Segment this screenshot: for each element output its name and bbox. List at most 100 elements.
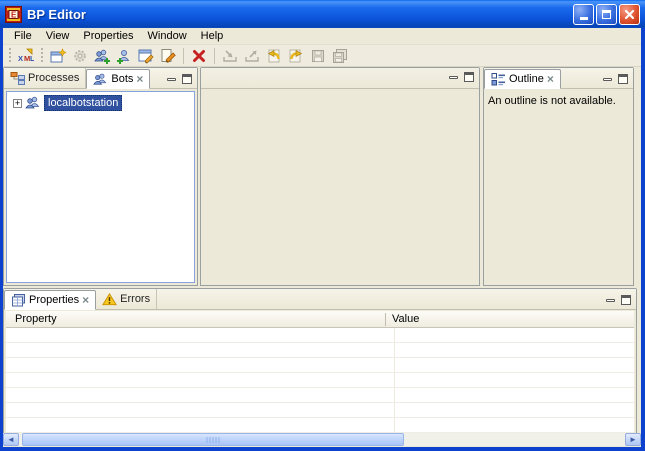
outline-view: Outline × An outline is not available.: [483, 67, 634, 286]
table-row[interactable]: [6, 343, 634, 358]
outline-view-controls: [603, 74, 633, 88]
tab-bots-close-icon[interactable]: ×: [136, 73, 143, 85]
maximize-icon: [602, 9, 611, 19]
redo-button[interactable]: [285, 46, 307, 66]
properties-view: Properties × Errors Property Value: [3, 288, 637, 436]
tree-item-label[interactable]: localbotstation: [44, 95, 123, 111]
tab-processes[interactable]: Processes: [4, 68, 87, 88]
gear-process-icon: [74, 49, 86, 62]
titlebar[interactable]: E BP Editor: [0, 0, 645, 28]
tab-outline-close-icon[interactable]: ×: [547, 73, 554, 85]
tab-errors[interactable]: Errors: [96, 289, 158, 309]
delete-x-icon: [193, 49, 205, 62]
menu-file[interactable]: File: [7, 29, 39, 43]
bottom-view-controls: [606, 295, 636, 309]
warning-icon: [102, 292, 118, 305]
maximize-button[interactable]: [596, 3, 617, 25]
scrollbar-thumb[interactable]: [22, 433, 404, 446]
processes-icon: [10, 71, 25, 85]
outline-icon: [491, 72, 505, 85]
column-header-property[interactable]: Property: [6, 313, 385, 325]
table-header: Property Value: [6, 311, 634, 328]
edit-properties-button[interactable]: [135, 46, 157, 66]
bots-tree[interactable]: + localbotstation: [6, 91, 195, 283]
table-row[interactable]: [6, 328, 634, 343]
toolbar: X M L: [3, 45, 641, 67]
menu-properties[interactable]: Properties: [76, 29, 140, 43]
save-button: [307, 46, 329, 66]
edit-page-icon: [161, 48, 176, 63]
bots-icon: [93, 73, 107, 85]
add-bot-button[interactable]: [113, 46, 135, 66]
svg-text:X: X: [18, 54, 23, 63]
svg-text:L: L: [30, 54, 34, 63]
undo-button[interactable]: [263, 46, 285, 66]
minimize-button[interactable]: [573, 3, 594, 25]
close-icon: [624, 9, 635, 19]
bots-view: Processes Bots × + localbotstation: [3, 67, 198, 286]
table-row[interactable]: [6, 358, 634, 373]
toolbar-separator: [214, 47, 215, 64]
left-view-controls: [167, 74, 197, 88]
toolbar-separator: [183, 47, 184, 64]
bp-editor-window: E BP Editor File View Properties Window …: [0, 0, 645, 451]
tab-outline-label: Outline: [509, 73, 544, 85]
window-controls: [573, 3, 640, 25]
table-row[interactable]: [6, 403, 634, 418]
client-area: File View Properties Window Help X M L P…: [3, 28, 641, 447]
horizontal-scrollbar[interactable]: ◄ ►: [3, 433, 641, 446]
column-header-value[interactable]: Value: [385, 312, 419, 326]
properties-table: Property Value: [6, 311, 634, 435]
bots-icon: [25, 96, 40, 109]
view-maximize-button[interactable]: [621, 295, 631, 305]
export-icon: [245, 50, 259, 62]
tab-properties[interactable]: Properties ×: [4, 290, 97, 310]
import-button: [219, 46, 241, 66]
scroll-right-button[interactable]: ►: [625, 433, 641, 446]
delete-button[interactable]: [188, 46, 210, 66]
table-row[interactable]: [6, 373, 634, 388]
toolbar-drag-handle[interactable]: [8, 47, 12, 64]
redo-arrow-icon: [289, 49, 303, 62]
tree-item-localbotstation[interactable]: + localbotstation: [7, 92, 194, 111]
view-maximize-button[interactable]: [464, 72, 474, 82]
outline-view-tabbar: Outline ×: [484, 68, 633, 89]
edit-page-button[interactable]: [157, 46, 179, 66]
new-wizard-button[interactable]: [47, 46, 69, 66]
window-title: BP Editor: [27, 6, 86, 22]
tab-errors-label: Errors: [120, 293, 151, 305]
menu-window[interactable]: Window: [141, 29, 194, 43]
tab-properties-close-icon[interactable]: ×: [82, 294, 89, 306]
table-row[interactable]: [6, 388, 634, 403]
edit-window-icon: [138, 49, 154, 64]
add-bots-icon: [94, 49, 110, 64]
table-row[interactable]: [6, 418, 634, 433]
menubar: File View Properties Window Help: [3, 28, 641, 45]
tab-bots[interactable]: Bots ×: [86, 69, 151, 89]
view-maximize-button[interactable]: [618, 74, 628, 84]
table-body[interactable]: [6, 328, 634, 433]
view-minimize-button[interactable]: [603, 77, 612, 81]
scroll-left-button[interactable]: ◄: [3, 433, 19, 446]
view-minimize-button[interactable]: [606, 298, 615, 302]
tab-bots-label: Bots: [111, 73, 134, 85]
tab-outline[interactable]: Outline ×: [484, 69, 561, 89]
menu-view[interactable]: View: [39, 29, 77, 43]
view-minimize-button[interactable]: [167, 77, 176, 81]
tree-expand-icon[interactable]: +: [13, 98, 22, 108]
toolbar-drag-handle[interactable]: [40, 47, 44, 64]
new-xml-file-button[interactable]: X M L: [15, 46, 37, 66]
properties-icon: [12, 293, 25, 306]
menu-help[interactable]: Help: [194, 29, 231, 43]
left-view-tabbar: Processes Bots ×: [4, 68, 197, 89]
editor-controls: [449, 72, 479, 86]
add-botstation-button[interactable]: [91, 46, 113, 66]
app-icon: E: [5, 5, 22, 23]
save-icon: [312, 49, 324, 62]
view-maximize-button[interactable]: [182, 74, 192, 84]
undo-arrow-icon: [267, 49, 280, 62]
view-minimize-button[interactable]: [449, 75, 458, 79]
close-button[interactable]: [619, 3, 640, 25]
export-button: [241, 46, 263, 66]
outline-message: An outline is not available.: [488, 95, 616, 107]
